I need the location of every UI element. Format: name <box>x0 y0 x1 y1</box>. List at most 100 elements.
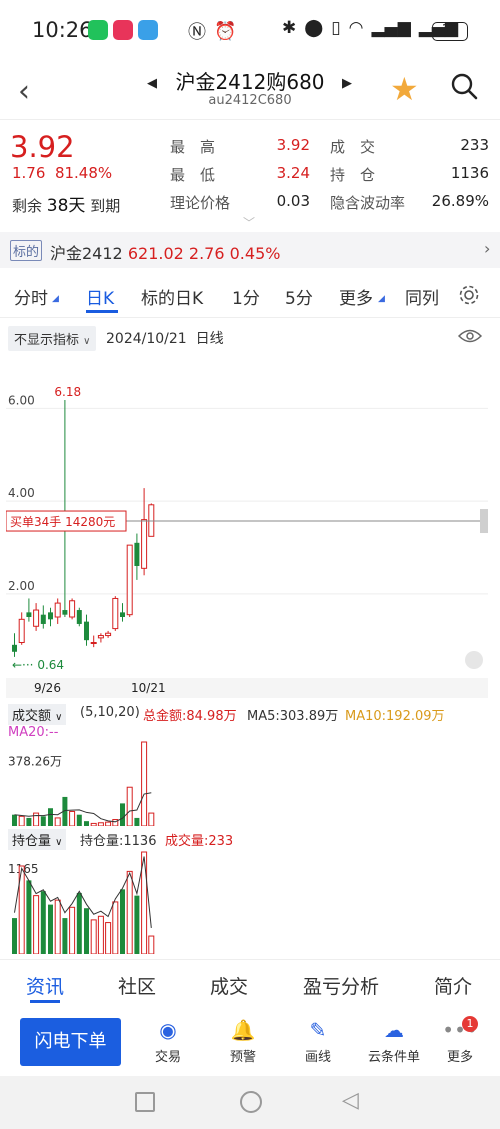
cloud-icon: ☁ <box>384 1018 404 1042</box>
oi-value: 1136 <box>450 164 489 182</box>
status-system-icons: Ⓝ ⏰ <box>188 18 236 44</box>
favorite-star-icon[interactable]: ★ <box>390 70 419 108</box>
expand-chevron-icon[interactable]: ﹀ <box>243 214 255 231</box>
tab-intro[interactable]: 简介 <box>434 972 472 999</box>
volume-bar <box>90 822 97 826</box>
wifi-icon: ◠ <box>348 18 364 38</box>
oi-bar <box>48 904 53 954</box>
trade-button[interactable]: ◉ 交易 <box>140 1018 196 1065</box>
bottom-toolbar: 闪电下单 ◉ 交易 🔔 预警 ✎ 画线 ☁ 云条件单 ••• 更多 1 <box>0 1010 500 1076</box>
oi-label: 持 仓 <box>330 166 376 184</box>
y-tick-label: 4.00 <box>8 486 35 500</box>
active-tab-indicator <box>86 310 118 313</box>
volume-dropdown[interactable]: 成交额 ∨ <box>8 704 67 725</box>
candle-body <box>18 618 25 643</box>
y-tick-label: 2.00 <box>8 579 35 593</box>
oi-bar <box>62 918 68 954</box>
draw-line-button[interactable]: ✎ 画线 <box>290 1018 346 1065</box>
volume-bar <box>40 816 46 826</box>
settings-gear-icon[interactable] <box>458 284 480 306</box>
order-label: 买单34手 14280元 <box>10 515 115 529</box>
volume-bar <box>12 814 17 826</box>
oi-dropdown[interactable]: 持仓量 ∨ <box>8 829 67 850</box>
tab-timeshare[interactable]: 分时 <box>14 284 48 309</box>
flash-order-button[interactable]: 闪电下单 <box>20 1018 121 1066</box>
oi-bar <box>134 895 140 954</box>
cloud-order-label: 云条件单 <box>367 1050 420 1065</box>
nfc-icon: Ⓝ <box>188 22 206 43</box>
oi-panel-label: 持仓量 <box>12 834 52 849</box>
bluetooth-icon: ✱ <box>282 18 297 38</box>
location-icon: ⬤ <box>304 18 324 38</box>
header-divider <box>0 119 500 120</box>
candle-body <box>126 544 133 616</box>
dropdown-icon: ◢ <box>378 294 385 304</box>
chart-date-value: 2024/10/21 <box>106 331 187 347</box>
volume-chart[interactable]: 378.26万 <box>6 740 488 826</box>
underlying-change: 2.76 <box>188 244 225 263</box>
indicator-label: 不显示指标 <box>14 333 80 348</box>
signal-icon: ▂▄▆ <box>371 18 411 38</box>
low-value: 3.24 <box>276 164 310 182</box>
underlying-row[interactable]: 标的 沪金2412 621.02 2.76 0.45% › <box>0 232 500 268</box>
volume-bar <box>84 821 89 826</box>
chevron-down-icon: ∨ <box>55 712 63 723</box>
chevron-down-icon: ∨ <box>83 336 91 347</box>
volume-panel-label: 成交额 <box>12 709 52 724</box>
dropdown-icon: ◢ <box>52 294 59 304</box>
candle-body <box>54 602 61 618</box>
recents-icon[interactable] <box>135 1092 155 1112</box>
tab-5min[interactable]: 5分 <box>285 284 313 309</box>
search-icon[interactable] <box>450 72 478 100</box>
theory-value: 0.03 <box>276 192 310 210</box>
theory-label: 理论价格 <box>170 194 231 212</box>
underlying-name: 沪金2412 <box>50 244 123 263</box>
chart-toolbar: 不显示指标 ∨ 2024/10/21 日线 <box>0 324 500 351</box>
oi-bar <box>40 891 46 954</box>
volume-label: 成 交 <box>330 138 376 156</box>
tab-community[interactable]: 社区 <box>118 972 156 999</box>
low-label: 最 低 <box>170 166 216 184</box>
chart-date: 2024/10/21 日线 <box>106 328 224 348</box>
cloud-order-button[interactable]: ☁ 云条件单 <box>365 1018 423 1065</box>
oi-bar <box>69 906 76 954</box>
underlying-info: 沪金2412 621.02 2.76 0.45% <box>50 240 280 264</box>
home-icon[interactable] <box>240 1091 262 1113</box>
alert-button[interactable]: 🔔 预警 <box>215 1018 271 1065</box>
candlestick-chart[interactable]: 6.00 4.00 2.00 6.18 ←··· 0.64 买单34手 14280元 <box>6 352 488 678</box>
active-bottom-tab-indicator <box>30 1000 60 1003</box>
tab-more[interactable]: 更多 <box>339 284 373 309</box>
candle-body <box>76 610 82 624</box>
status-bar: 10:26 Ⓝ ⏰ ✱ ⬤ ▯ ◠ ▂▄▆ ▂▄▆ 32 <box>0 0 500 62</box>
tab-same-list[interactable]: 同列 <box>405 284 439 309</box>
high-label: 最 高 <box>170 138 216 156</box>
volume-bar <box>134 817 140 826</box>
oi-bar <box>105 922 112 954</box>
trade-label: 交易 <box>154 1050 181 1065</box>
tab-1min[interactable]: 1分 <box>232 284 260 309</box>
volume-ma10: MA10:192.09万 <box>345 709 445 724</box>
volume-bar <box>48 808 53 826</box>
back-nav-icon[interactable]: ◁ <box>342 1088 359 1113</box>
tab-underlying-daily-k[interactable]: 标的日K <box>141 284 203 309</box>
more-button[interactable]: ••• 更多 <box>432 1018 488 1065</box>
volume-bar <box>120 803 125 826</box>
oi-panel-volume: 成交量:233 <box>165 834 234 849</box>
volume-params: (5,10,20) <box>80 705 140 720</box>
next-contract-icon[interactable]: ▶ <box>342 76 352 91</box>
price-change: 1.76 81.48% <box>12 164 112 182</box>
tab-pnl-analysis[interactable]: 盈亏分析 <box>303 972 379 999</box>
tab-news[interactable]: 资讯 <box>26 972 64 999</box>
status-app-icons <box>88 20 158 40</box>
tab-daily-k[interactable]: 日K <box>86 284 114 309</box>
tab-trades[interactable]: 成交 <box>210 972 248 999</box>
indicator-dropdown[interactable]: 不显示指标 ∨ <box>8 326 97 351</box>
open-interest-chart[interactable]: 1165 <box>6 850 488 954</box>
eye-icon[interactable] <box>458 328 482 344</box>
candle-body <box>112 597 119 630</box>
min-price-label: ←··· 0.64 <box>12 658 64 672</box>
oi-bar <box>33 895 40 954</box>
system-nav-bar: ◁ <box>0 1076 500 1129</box>
volume-bar <box>126 786 133 826</box>
change-pct: 81.48% <box>54 164 113 182</box>
